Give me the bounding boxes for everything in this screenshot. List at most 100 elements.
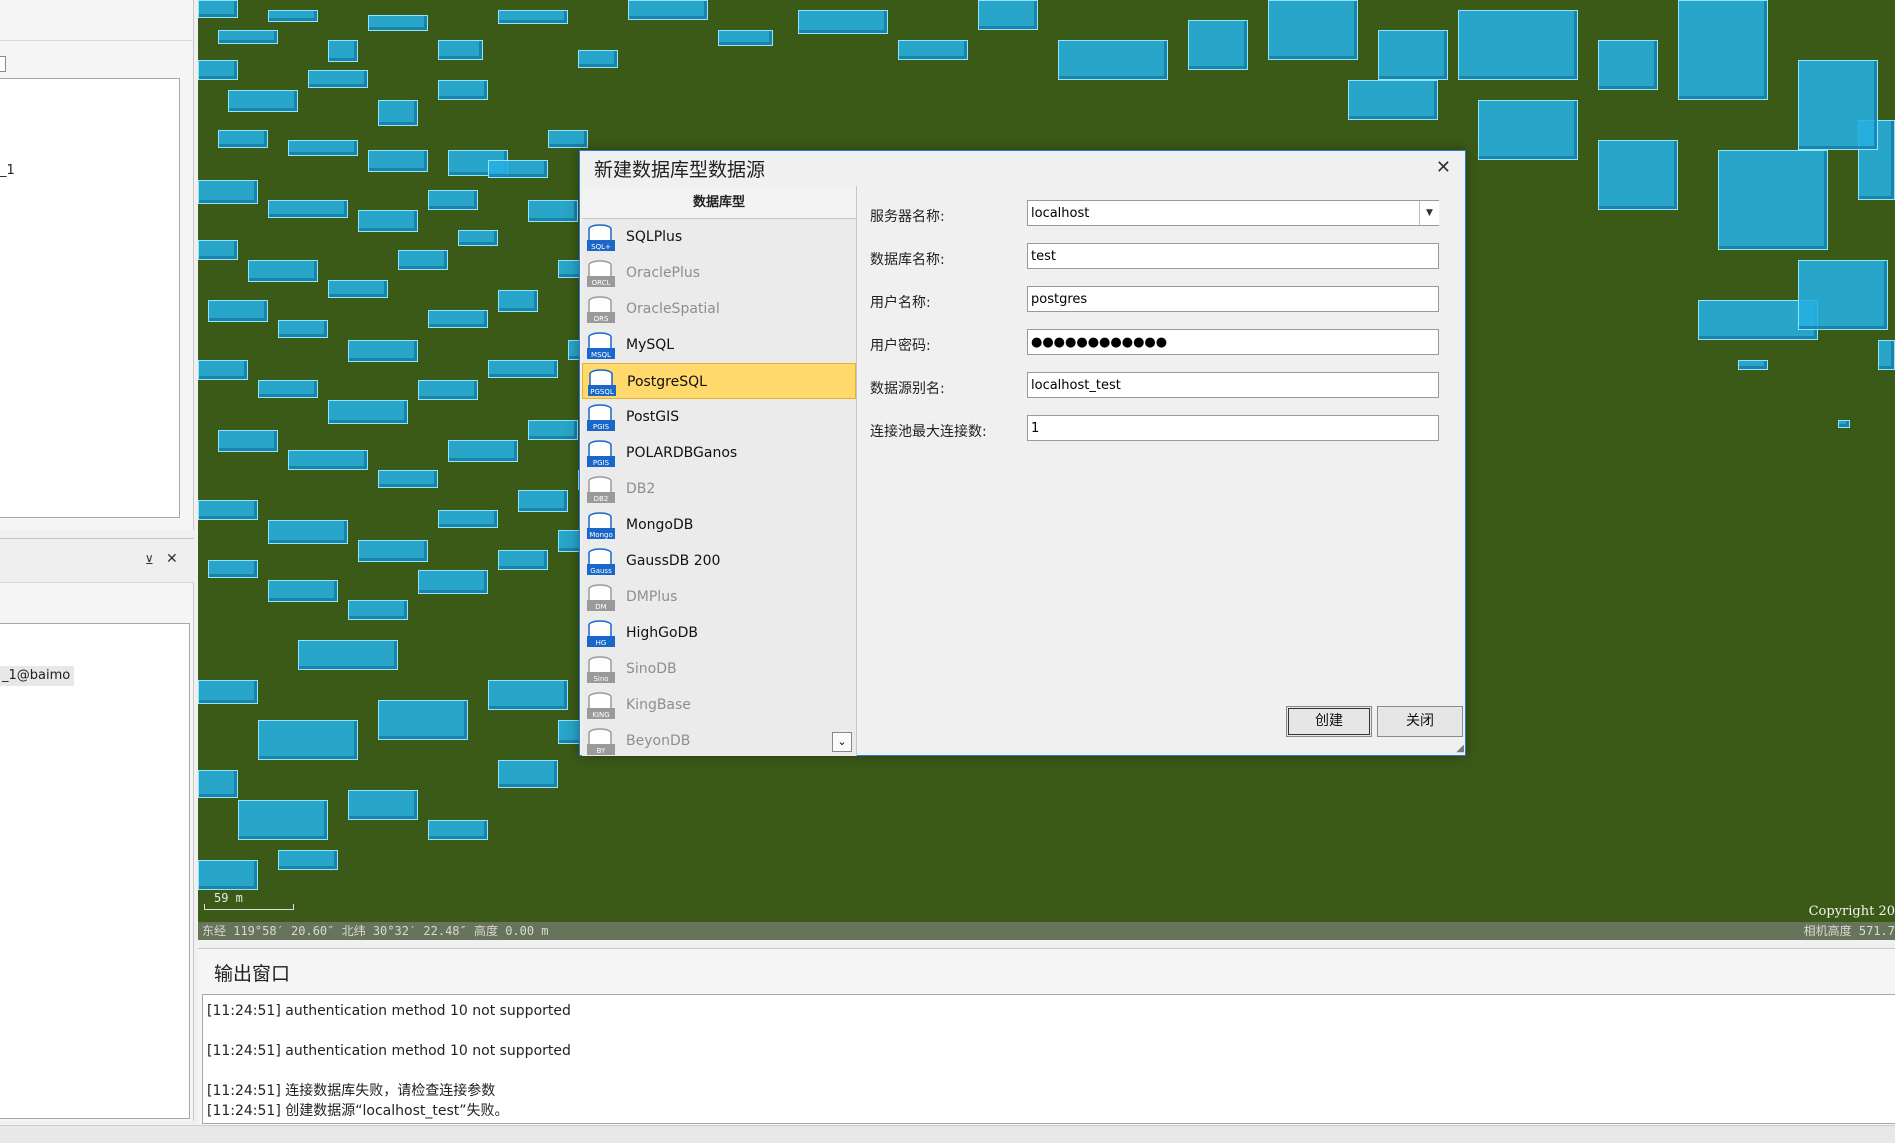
datasource-list[interactable]: _1@baimo xyxy=(0,623,190,1119)
icon-badge-text: ORS xyxy=(594,315,609,323)
icon-badge-text: KING xyxy=(592,711,609,719)
db-type-item[interactable]: SQL+ SQLPlus xyxy=(582,219,856,255)
db-type-item[interactable]: KING KingBase xyxy=(582,687,856,723)
database-icon: ORS xyxy=(587,296,615,323)
db-type-item[interactable]: MSQL MySQL xyxy=(582,327,856,363)
db-type-label: KingBase xyxy=(626,697,691,713)
pool-input[interactable] xyxy=(1027,415,1439,441)
checkbox[interactable] xyxy=(0,56,6,72)
connection-form: 服务器名称: ▼ 数据库名称: 用户名称: 用户密码: 数据源别名: 连接池最大… xyxy=(858,186,1465,756)
db-type-item[interactable]: PGSQL PostgreSQL xyxy=(582,363,856,399)
icon-badge-text: PGIS xyxy=(593,423,610,431)
db-type-item[interactable]: BY BeyonDB xyxy=(582,723,856,756)
list-item[interactable]: _1@baimo xyxy=(0,666,75,686)
db-type-item[interactable]: DM DMPlus xyxy=(582,579,856,615)
building-block xyxy=(268,10,318,22)
database-icon: DB2 xyxy=(587,476,615,503)
coordinate-bar: 东经 119°58′ 20.60″ 北纬 30°32′ 22.48″ 高度 0.… xyxy=(198,922,1895,940)
building-block xyxy=(358,210,418,232)
status-bar xyxy=(0,1125,1895,1143)
db-type-item[interactable]: ORCL OraclePlus xyxy=(582,255,856,291)
chevron-down-icon[interactable]: ▼ xyxy=(1419,201,1439,225)
db-type-label: MySQL xyxy=(626,337,675,353)
building-block xyxy=(328,280,388,298)
building-block xyxy=(1838,420,1850,428)
db-type-item[interactable]: Mongo MongoDB xyxy=(582,507,856,543)
tree-item[interactable]: _1 xyxy=(0,163,15,178)
db-type-item[interactable]: PGIS PostGIS xyxy=(582,399,856,435)
building-block xyxy=(498,760,558,788)
close-button[interactable]: 关闭 xyxy=(1377,706,1463,737)
database-icon: KING xyxy=(587,692,615,719)
building-block xyxy=(1678,0,1768,100)
db-type-item[interactable]: Gauss GaussDB 200 xyxy=(582,543,856,579)
icon-badge-text: BY xyxy=(597,747,606,755)
close-icon[interactable]: ✕ xyxy=(1436,157,1451,178)
building-block xyxy=(428,820,488,840)
building-block xyxy=(238,800,328,840)
building-block xyxy=(368,15,428,31)
scale-bar xyxy=(204,904,294,910)
building-block xyxy=(488,360,558,378)
database-type-list[interactable]: 数据库型 SQL+ SQLPlus ORCL OraclePlus ORS OracleS… xyxy=(582,186,857,756)
icon-badge-text: SQL+ xyxy=(591,243,611,251)
icon-badge-text: MSQL xyxy=(591,351,611,359)
server-combo[interactable] xyxy=(1027,200,1439,226)
building-block xyxy=(368,150,428,172)
building-block xyxy=(328,400,408,424)
icon-badge-text: Sino xyxy=(593,675,608,683)
db-type-item[interactable]: HG HighGoDB xyxy=(582,615,856,651)
building-block xyxy=(528,200,578,222)
database-icon: ORCL xyxy=(587,260,615,287)
building-block xyxy=(1798,260,1888,330)
db-type-label: PostGIS xyxy=(626,409,680,425)
building-block xyxy=(488,160,548,178)
user-input[interactable] xyxy=(1027,286,1439,312)
building-block xyxy=(418,570,488,594)
workspace-tree[interactable]: _1 xyxy=(0,78,180,518)
db-type-label: OraclePlus xyxy=(626,265,701,281)
building-block xyxy=(398,250,448,270)
building-block xyxy=(198,860,258,890)
database-icon: SQL+ xyxy=(587,224,615,251)
user-label: 用户名称: xyxy=(870,295,931,311)
db-type-item[interactable]: Sino SinoDB xyxy=(582,651,856,687)
log-line: [11:24:51] authentication method 10 not … xyxy=(207,1043,571,1059)
output-log[interactable]: [11:24:51] authentication method 10 not … xyxy=(202,994,1895,1124)
pool-label: 连接池最大连接数: xyxy=(870,424,987,440)
pin-icon[interactable]: ⊻ xyxy=(145,553,154,567)
building-block xyxy=(438,80,488,100)
building-block xyxy=(218,130,268,148)
db-type-label: SinoDB xyxy=(626,661,677,677)
building-block xyxy=(248,260,318,282)
database-input[interactable] xyxy=(1027,243,1439,269)
create-button[interactable]: 创建 xyxy=(1286,706,1372,737)
building-block xyxy=(1598,40,1658,90)
server-row: 服务器名称: ▼ xyxy=(870,200,1450,228)
db-type-label: MongoDB xyxy=(626,517,694,533)
building-block xyxy=(208,560,258,578)
dialog-title: 新建数据库型数据源 xyxy=(594,159,766,181)
building-block xyxy=(1058,40,1168,80)
building-block xyxy=(298,640,398,670)
building-block xyxy=(1458,10,1578,80)
icon-badge-text: PGSQL xyxy=(590,388,614,396)
building-block xyxy=(1378,30,1448,80)
alias-input[interactable] xyxy=(1027,372,1439,398)
panel-header: ⊻ ✕ xyxy=(0,539,194,583)
db-type-item[interactable]: PGIS POLARDBGanos xyxy=(582,435,856,471)
password-input[interactable] xyxy=(1027,329,1439,355)
db-type-item[interactable]: ORS OracleSpatial xyxy=(582,291,856,327)
building-block xyxy=(348,790,418,820)
resize-grip-icon[interactable]: ◢ xyxy=(1456,743,1464,754)
db-type-label: DB2 xyxy=(626,481,656,497)
scroll-down-button[interactable]: ⌄ xyxy=(832,732,852,752)
left-panel: _1 ⊻ ✕ _1@baimo xyxy=(0,0,198,1143)
building-block xyxy=(198,500,258,520)
close-icon[interactable]: ✕ xyxy=(166,551,178,567)
database-icon: Sino xyxy=(587,656,615,683)
db-type-item[interactable]: DB2 DB2 xyxy=(582,471,856,507)
building-block xyxy=(198,360,248,380)
db-type-label: SQLPlus xyxy=(626,229,683,245)
database-icon: BY xyxy=(587,728,615,755)
